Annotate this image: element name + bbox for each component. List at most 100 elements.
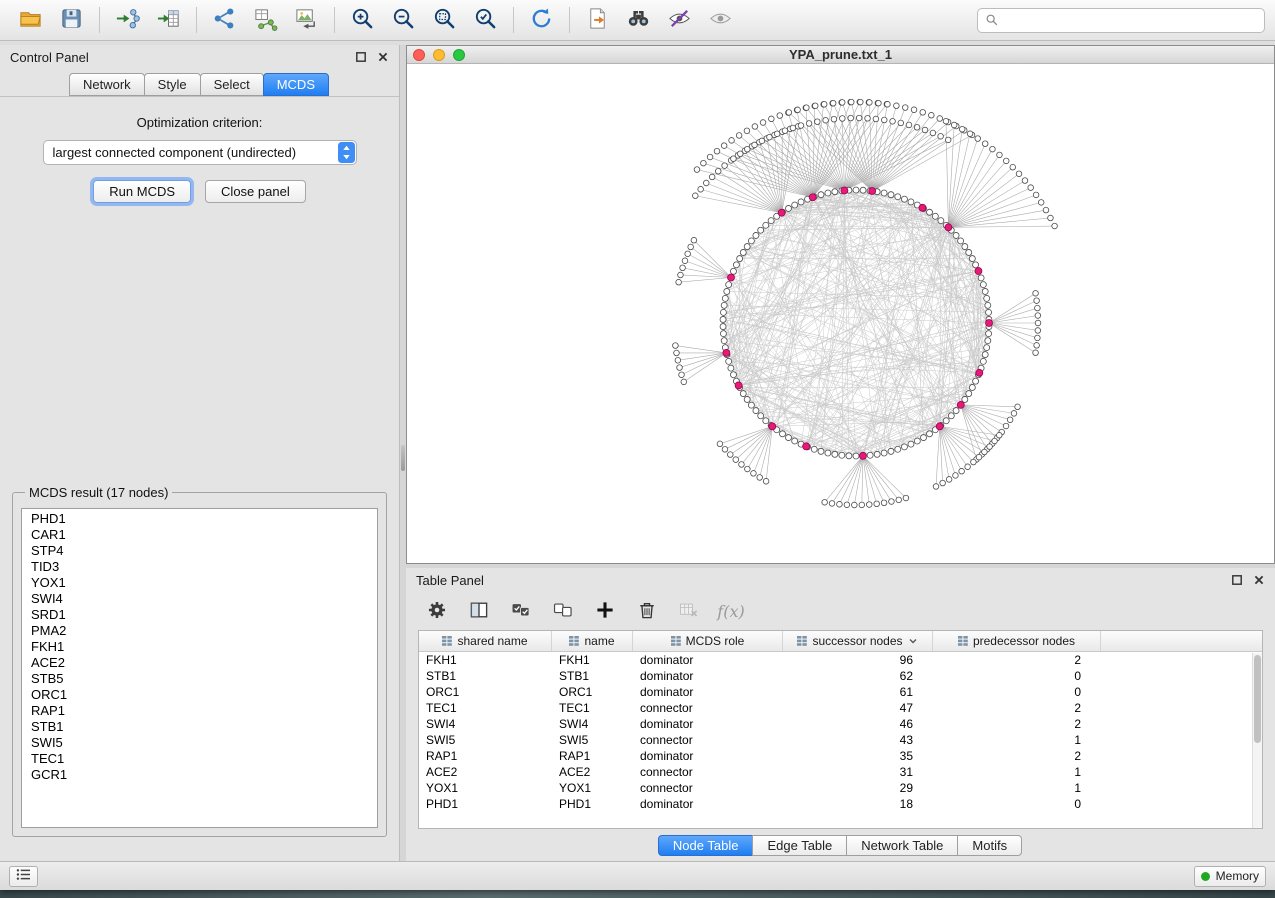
app-window: Control Panel NetworkStyleSelectMCDS Opt… bbox=[0, 0, 1275, 890]
tab-motifs[interactable]: Motifs bbox=[957, 835, 1022, 856]
table-cell: FKH1 bbox=[419, 652, 552, 668]
column-header-name[interactable]: name bbox=[552, 631, 633, 651]
float-table-panel-icon[interactable] bbox=[1231, 574, 1243, 586]
toggle-column-button[interactable] bbox=[462, 596, 496, 626]
mcds-result-item[interactable]: RAP1 bbox=[22, 703, 377, 719]
mcds-result-item[interactable]: GCR1 bbox=[22, 767, 377, 783]
table-scrollbar[interactable] bbox=[1252, 653, 1262, 828]
table-row[interactable]: PHD1PHD1dominator180 bbox=[419, 796, 1262, 812]
import-network-button[interactable] bbox=[107, 3, 148, 37]
table-cell: dominator bbox=[633, 684, 783, 700]
find-button[interactable] bbox=[618, 3, 659, 37]
table-cell: YOX1 bbox=[419, 780, 552, 796]
settings-gear-button[interactable] bbox=[420, 596, 454, 626]
table-cell: connector bbox=[633, 764, 783, 780]
tab-style[interactable]: Style bbox=[144, 73, 201, 96]
search-input[interactable] bbox=[1004, 13, 1257, 27]
control-panel-tabs: NetworkStyleSelectMCDS bbox=[0, 69, 399, 97]
table-cell: 29 bbox=[783, 780, 933, 796]
tab-edge-table[interactable]: Edge Table bbox=[752, 835, 847, 856]
mcds-result-item[interactable]: YOX1 bbox=[22, 575, 377, 591]
mcds-result-item[interactable]: TEC1 bbox=[22, 751, 377, 767]
float-panel-icon[interactable] bbox=[355, 51, 367, 63]
table-row[interactable]: RAP1RAP1dominator352 bbox=[419, 748, 1262, 764]
delete-row-button[interactable] bbox=[630, 596, 664, 626]
mcds-result-item[interactable]: PMA2 bbox=[22, 623, 377, 639]
memory-button[interactable]: Memory bbox=[1194, 866, 1266, 887]
table-cell: dominator bbox=[633, 652, 783, 668]
panels-menu-button[interactable] bbox=[9, 866, 38, 887]
mcds-result-item[interactable]: STB5 bbox=[22, 671, 377, 687]
mcds-result-title: MCDS result (17 nodes) bbox=[25, 485, 172, 500]
tab-mcds[interactable]: MCDS bbox=[263, 73, 329, 96]
table-cell: STB1 bbox=[419, 668, 552, 684]
deselect-all-button[interactable] bbox=[546, 596, 580, 626]
mcds-result-item[interactable]: CAR1 bbox=[22, 527, 377, 543]
network-from-table-button[interactable] bbox=[245, 3, 286, 37]
tab-network[interactable]: Network bbox=[69, 73, 145, 96]
minimize-window-icon[interactable] bbox=[433, 49, 445, 61]
refresh-layout-button[interactable] bbox=[521, 3, 562, 37]
column-header-MCDS-role[interactable]: MCDS role bbox=[633, 631, 783, 651]
mcds-result-item[interactable]: SRD1 bbox=[22, 607, 377, 623]
hide-selection-button[interactable] bbox=[659, 3, 700, 37]
zoom-selected-icon bbox=[473, 6, 498, 34]
table-row[interactable]: ORC1ORC1dominator610 bbox=[419, 684, 1262, 700]
close-window-icon[interactable] bbox=[413, 49, 425, 61]
share-network-button[interactable] bbox=[204, 3, 245, 37]
table-cell: 1 bbox=[933, 780, 1101, 796]
open-session-button[interactable] bbox=[10, 3, 51, 37]
close-table-panel-icon[interactable] bbox=[1253, 574, 1265, 586]
show-all-button[interactable] bbox=[700, 3, 741, 37]
splitter-handle-icon[interactable] bbox=[401, 445, 405, 471]
export-image-button[interactable] bbox=[286, 3, 327, 37]
import-table-button[interactable] bbox=[148, 3, 189, 37]
mcds-result-item[interactable]: STP4 bbox=[22, 543, 377, 559]
tab-network-table[interactable]: Network Table bbox=[846, 835, 958, 856]
zoom-selected-button[interactable] bbox=[465, 3, 506, 37]
network-titlebar[interactable]: YPA_prune.txt_1 bbox=[407, 46, 1274, 64]
close-panel-button[interactable]: Close panel bbox=[205, 180, 306, 203]
scrollbar-thumb[interactable] bbox=[1254, 655, 1261, 743]
table-row[interactable]: YOX1YOX1connector291 bbox=[419, 780, 1262, 796]
add-row-button[interactable] bbox=[588, 596, 622, 626]
tab-node-table[interactable]: Node Table bbox=[658, 835, 754, 856]
table-body: FKH1FKH1dominator962STB1STB1dominator620… bbox=[419, 652, 1262, 828]
table-row[interactable]: STB1STB1dominator620 bbox=[419, 668, 1262, 684]
close-panel-icon[interactable] bbox=[377, 51, 389, 63]
table-row[interactable]: FKH1FKH1dominator962 bbox=[419, 652, 1262, 668]
select-all-button[interactable] bbox=[504, 596, 538, 626]
maximize-window-icon[interactable] bbox=[453, 49, 465, 61]
column-header-shared-name[interactable]: shared name bbox=[419, 631, 552, 651]
mcds-result-item[interactable]: SWI4 bbox=[22, 591, 377, 607]
delete-table-button[interactable] bbox=[672, 596, 706, 626]
network-graph bbox=[407, 64, 1274, 563]
column-header-successor-nodes[interactable]: successor nodes bbox=[783, 631, 933, 651]
save-session-button[interactable] bbox=[51, 3, 92, 37]
zoom-in-button[interactable] bbox=[342, 3, 383, 37]
column-header-predecessor-nodes[interactable]: predecessor nodes bbox=[933, 631, 1101, 651]
mcds-result-item[interactable]: PHD1 bbox=[22, 511, 377, 527]
mcds-result-item[interactable]: TID3 bbox=[22, 559, 377, 575]
optimization-select[interactable]: largest connected component (undirected) bbox=[43, 140, 357, 165]
run-mcds-button[interactable]: Run MCDS bbox=[93, 180, 191, 203]
zoom-fit-icon bbox=[432, 6, 457, 34]
mcds-result-item[interactable]: FKH1 bbox=[22, 639, 377, 655]
export-document-button[interactable] bbox=[577, 3, 618, 37]
table-row[interactable]: SWI5SWI5connector431 bbox=[419, 732, 1262, 748]
tab-select[interactable]: Select bbox=[200, 73, 264, 96]
mcds-result-item[interactable]: SWI5 bbox=[22, 735, 377, 751]
table-row[interactable]: SWI4SWI4dominator462 bbox=[419, 716, 1262, 732]
zoom-out-button[interactable] bbox=[383, 3, 424, 37]
mcds-result-item[interactable]: ACE2 bbox=[22, 655, 377, 671]
mcds-result-list[interactable]: PHD1CAR1STP4TID3YOX1SWI4SRD1PMA2FKH1ACE2… bbox=[21, 508, 378, 828]
table-row[interactable]: ACE2ACE2connector311 bbox=[419, 764, 1262, 780]
control-panel: Control Panel NetworkStyleSelectMCDS Opt… bbox=[0, 45, 400, 861]
function-builder-button[interactable]: f(x) bbox=[714, 596, 748, 626]
panel-splitter[interactable] bbox=[400, 45, 406, 861]
zoom-fit-button[interactable] bbox=[424, 3, 465, 37]
mcds-result-item[interactable]: ORC1 bbox=[22, 687, 377, 703]
table-row[interactable]: TEC1TEC1connector472 bbox=[419, 700, 1262, 716]
mcds-result-item[interactable]: STB1 bbox=[22, 719, 377, 735]
network-canvas[interactable] bbox=[407, 64, 1274, 563]
